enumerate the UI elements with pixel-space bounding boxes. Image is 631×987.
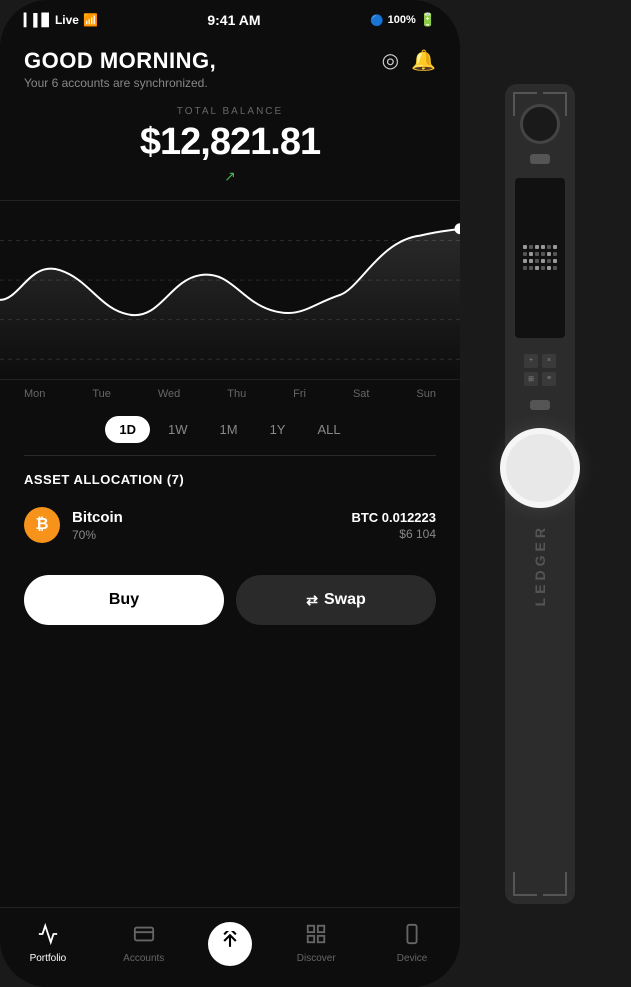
battery-label: 100%	[388, 14, 416, 26]
nav-center[interactable]	[192, 922, 269, 966]
device-nav-label: Device	[397, 953, 428, 964]
time-axis: Mon Tue Wed Thu Fri Sat Sun	[0, 380, 460, 408]
balance-change: ↗	[24, 168, 436, 184]
ledger-hardware: + × ⊞ ≡ LEDGER	[460, 0, 620, 987]
asset-title: ASSET ALLOCATION (7)	[24, 472, 436, 487]
carrier-label: Live	[55, 13, 79, 27]
time-label-sun: Sun	[416, 388, 436, 400]
status-right: 🔵 100% 🔋	[370, 12, 436, 28]
device-icon-2: ×	[542, 354, 556, 368]
bitcoin-icon: ₿	[24, 507, 60, 543]
device-brand-text: LEDGER	[532, 524, 548, 606]
header-icons: ◎ 🔔	[382, 48, 436, 73]
greeting-section: GOOD MORNING, Your 6 accounts are synchr…	[24, 48, 216, 90]
time-label-mon: Mon	[24, 388, 45, 400]
status-bar: ▎▌▊ Live 📶 9:41 AM 🔵 100% 🔋	[0, 0, 460, 32]
period-selector: 1D 1W 1M 1Y ALL	[0, 408, 460, 455]
device-down-button[interactable]	[530, 400, 550, 410]
corner-mark-br	[543, 872, 567, 896]
period-1d[interactable]: 1D	[105, 416, 150, 443]
period-1y[interactable]: 1Y	[256, 416, 300, 443]
balance-label: TOTAL BALANCE	[24, 106, 436, 117]
chart-svg	[0, 201, 460, 379]
time-label-thu: Thu	[227, 388, 246, 400]
bitcoin-crypto-amount: BTC 0.012223	[351, 510, 436, 525]
swap-label: Swap	[324, 591, 366, 609]
bluetooth-icon: 🔵	[370, 14, 384, 27]
nav-accounts[interactable]: Accounts	[96, 923, 192, 964]
device-main-button[interactable]	[500, 428, 580, 508]
time-label-fri: Fri	[293, 388, 306, 400]
device-icon-3: ⊞	[524, 372, 538, 386]
device-screen	[515, 178, 565, 338]
main-content: GOOD MORNING, Your 6 accounts are synchr…	[0, 32, 460, 895]
trend-arrow-icon: ↗	[222, 168, 238, 184]
battery-icon: 🔋	[420, 12, 436, 28]
time-label-tue: Tue	[92, 388, 111, 400]
wifi-icon: 📶	[83, 13, 98, 27]
nav-portfolio[interactable]: Portfolio	[0, 923, 96, 964]
signal-icon: ▎▌▊	[24, 13, 51, 27]
time-label-wed: Wed	[158, 388, 180, 400]
chart-fill	[0, 229, 460, 379]
transfer-icon	[220, 931, 240, 956]
portfolio-icon[interactable]: ◎	[382, 48, 399, 73]
notification-icon[interactable]: 🔔	[411, 48, 436, 73]
device-icon-1: +	[524, 354, 538, 368]
status-time: 9:41 AM	[207, 12, 260, 28]
period-all[interactable]: ALL	[303, 416, 354, 443]
portfolio-nav-label: Portfolio	[30, 953, 67, 964]
swap-button[interactable]: ⇄ Swap	[236, 575, 436, 625]
bottom-nav: Portfolio Accounts	[0, 907, 460, 987]
device-nav-icon	[401, 923, 423, 949]
portfolio-nav-icon	[37, 923, 59, 949]
corner-mark-tr	[543, 92, 567, 116]
balance-section: TOTAL BALANCE $12,821.81 ↗	[0, 98, 460, 188]
discover-nav-icon	[305, 923, 327, 949]
accounts-nav-label: Accounts	[123, 953, 164, 964]
device-up-button[interactable]	[530, 154, 550, 164]
bitcoin-percentage: 70%	[72, 528, 339, 542]
bitcoin-usd-amount: $6 104	[351, 527, 436, 541]
device-body: + × ⊞ ≡ LEDGER	[505, 84, 575, 904]
period-1m[interactable]: 1M	[206, 416, 252, 443]
status-left: ▎▌▊ Live 📶	[24, 13, 98, 27]
swap-icon: ⇄	[306, 592, 318, 609]
period-1w[interactable]: 1W	[154, 416, 202, 443]
corner-mark-tl	[513, 92, 537, 116]
asset-section: ASSET ALLOCATION (7) ₿ Bitcoin 70% BTC 0…	[0, 456, 460, 559]
greeting-subtitle: Your 6 accounts are synchronized.	[24, 76, 216, 90]
center-action-button[interactable]	[208, 922, 252, 966]
balance-amount: $12,821.81	[24, 121, 436, 164]
header-section: GOOD MORNING, Your 6 accounts are synchr…	[0, 32, 460, 98]
price-chart	[0, 200, 460, 380]
bitcoin-value: BTC 0.012223 $6 104	[351, 510, 436, 541]
greeting-title: GOOD MORNING,	[24, 48, 216, 74]
device-icon-4: ≡	[542, 372, 556, 386]
buy-button[interactable]: Buy	[24, 575, 224, 625]
bitcoin-info: Bitcoin 70%	[72, 509, 339, 542]
nav-discover[interactable]: Discover	[268, 923, 364, 964]
discover-nav-label: Discover	[297, 953, 336, 964]
corner-mark-bl	[513, 872, 537, 896]
accounts-nav-icon	[133, 923, 155, 949]
time-label-sat: Sat	[353, 388, 370, 400]
buy-label: Buy	[109, 591, 139, 609]
bitcoin-name: Bitcoin	[72, 509, 339, 526]
nav-device[interactable]: Device	[364, 923, 460, 964]
phone-frame: ▎▌▊ Live 📶 9:41 AM 🔵 100% 🔋 GOOD MORNING…	[0, 0, 460, 987]
asset-bitcoin[interactable]: ₿ Bitcoin 70% BTC 0.012223 $6 104	[24, 499, 436, 551]
action-buttons: Buy ⇄ Swap	[0, 559, 460, 641]
device-icon-grid: + × ⊞ ≡	[524, 354, 556, 386]
